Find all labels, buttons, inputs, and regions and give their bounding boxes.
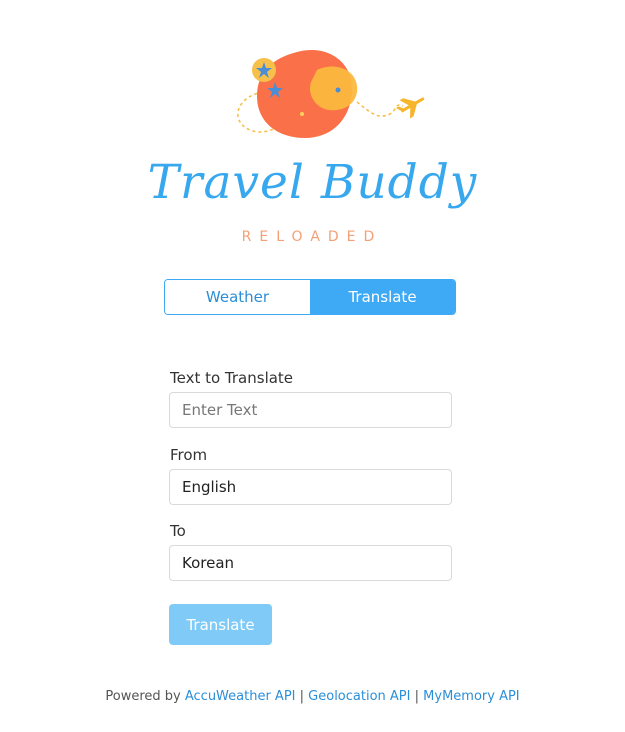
- text-input[interactable]: [169, 392, 452, 428]
- footer-separator: |: [299, 689, 305, 704]
- brand-title: Travel Buddy: [147, 155, 478, 210]
- tab-group: Weather Translate: [164, 279, 456, 315]
- to-language-value: Korean: [182, 554, 235, 572]
- text-to-translate-label: Text to Translate: [170, 369, 294, 387]
- footer-prefix: Powered by: [105, 689, 181, 704]
- globe-logo-icon: [237, 49, 425, 138]
- from-label: From: [170, 446, 208, 464]
- tab-weather[interactable]: Weather: [165, 280, 310, 314]
- to-label: To: [170, 522, 186, 540]
- geolocation-link[interactable]: Geolocation API: [308, 689, 410, 704]
- to-language-select[interactable]: Korean: [169, 545, 452, 581]
- translate-button[interactable]: Translate: [169, 604, 272, 645]
- footer-separator: |: [414, 689, 420, 704]
- tab-translate[interactable]: Translate: [310, 280, 455, 314]
- from-language-value: English: [182, 478, 237, 496]
- from-language-select[interactable]: English: [169, 469, 452, 505]
- brand-subtitle: RELOADED: [241, 229, 383, 245]
- mymemory-link[interactable]: MyMemory API: [423, 689, 519, 704]
- page: Travel Buddy RELOADED Weather Translate …: [0, 0, 625, 732]
- accuweather-link[interactable]: AccuWeather API: [185, 689, 296, 704]
- footer: Powered by AccuWeather API | Geolocation…: [0, 689, 625, 704]
